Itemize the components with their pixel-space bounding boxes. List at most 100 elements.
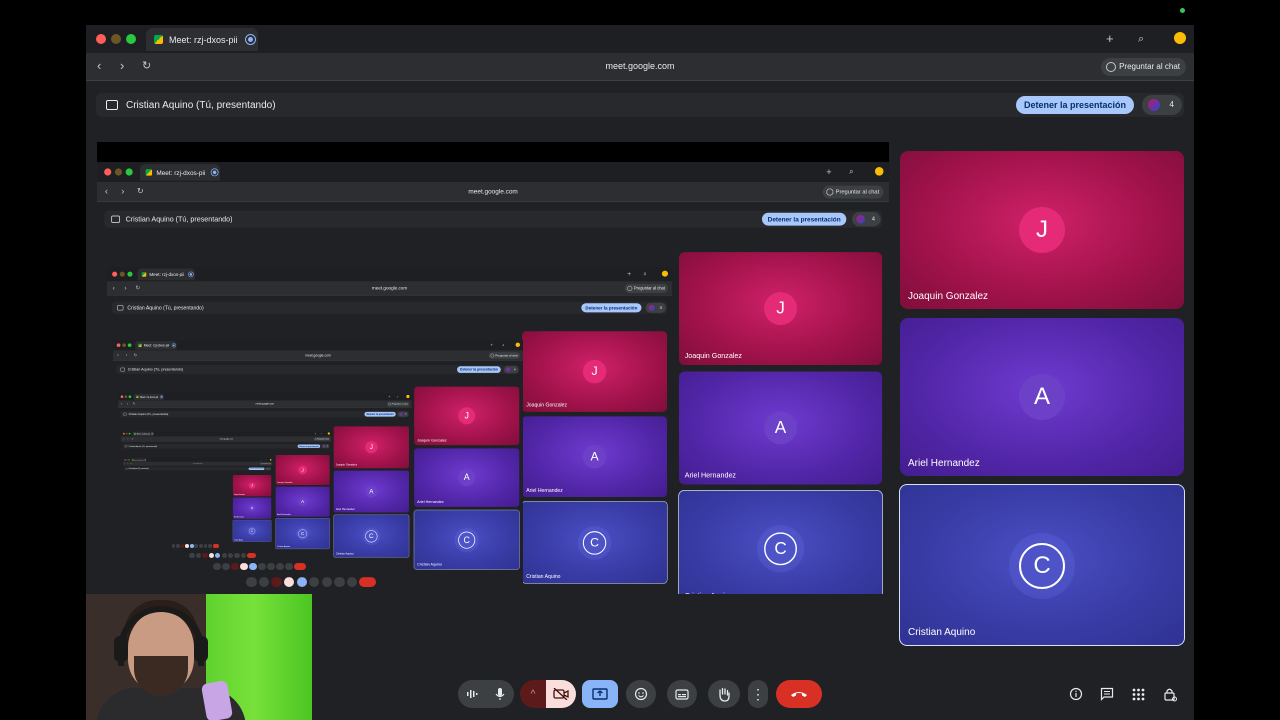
participants-button[interactable]: 4 bbox=[1142, 95, 1182, 115]
participant-tile-ariel: A Ariel Hernandez bbox=[275, 486, 330, 517]
participants-avatars-icon bbox=[322, 445, 326, 448]
avatar: C bbox=[582, 531, 607, 555]
raise-hand-icon[interactable] bbox=[708, 680, 740, 708]
participants-avatars-icon bbox=[399, 412, 403, 416]
participant-name: Joaquin Gonzalez bbox=[335, 463, 358, 467]
close-window-button bbox=[116, 343, 121, 348]
avatar: C bbox=[248, 527, 256, 535]
present-icon[interactable] bbox=[582, 680, 618, 708]
tab-title: Meet: rzj-dxos-pii bbox=[169, 34, 238, 45]
ask-chat-button[interactable]: Preguntar al chat bbox=[1101, 58, 1186, 76]
participant-name: Ariel Hernandez bbox=[417, 500, 444, 505]
participant-name: Joaquin Gonzalez bbox=[684, 352, 742, 361]
participant-name: Joaquin Gonzalez bbox=[908, 291, 989, 302]
present-screen-icon bbox=[124, 445, 128, 448]
mirror-control-6 bbox=[258, 562, 266, 570]
mirror-control-bar-5 bbox=[189, 552, 261, 558]
presenting-text: Cristian Aquino (Tú, presentando) bbox=[126, 99, 276, 111]
mirror-control-3 bbox=[231, 562, 239, 570]
ask-chat-label: Preguntar al chat bbox=[391, 402, 408, 406]
gemini-icon bbox=[1106, 62, 1117, 72]
tab-meet: Meet: rzj-dxos-pii bbox=[135, 341, 177, 350]
participants-button: 4 bbox=[852, 212, 881, 227]
participant-tile-ariel[interactable]: A Ariel Hernandez bbox=[900, 318, 1184, 476]
presenting-text: Cristian Aquino (Tú, presentando) bbox=[128, 468, 149, 470]
close-window-button[interactable] bbox=[96, 34, 106, 44]
avatar: A bbox=[298, 497, 308, 507]
present-screen-icon bbox=[123, 412, 127, 416]
maximize-window-button bbox=[128, 395, 132, 399]
mirror-control-4 bbox=[208, 552, 215, 558]
participant-name: Ariel Hernandez bbox=[526, 487, 563, 494]
search-tabs-icon: ⌕ bbox=[320, 432, 323, 435]
address-bar: meet.google.com bbox=[255, 402, 274, 406]
participant-name: Ariel Hernandez bbox=[684, 471, 737, 480]
mirror-control-1 bbox=[213, 562, 221, 570]
participant-tile-joaquin[interactable]: J Joaquin Gonzalez bbox=[900, 151, 1184, 309]
minimize-window-button bbox=[125, 432, 128, 435]
emoji-icon[interactable] bbox=[626, 680, 656, 708]
stop-presenting-button[interactable]: Detener la presentación bbox=[1016, 96, 1135, 114]
address-bar[interactable]: meet.google.com bbox=[86, 61, 1194, 71]
more-icon[interactable]: ⋮ bbox=[748, 680, 768, 708]
mirror-control-7 bbox=[267, 562, 275, 570]
gemini-icon bbox=[388, 402, 391, 406]
camera-off-icon[interactable] bbox=[546, 680, 576, 708]
maximize-window-button[interactable] bbox=[126, 34, 136, 44]
tab-bar: Meet: rzj-dxos-pii + ⌕ bbox=[107, 267, 673, 282]
tab-title: Meet: rzj-dxos-pii bbox=[156, 168, 206, 176]
profile-avatar bbox=[327, 432, 330, 435]
presenting-text: Cristian Aquino (Tú, presentando) bbox=[127, 304, 204, 311]
gemini-icon bbox=[314, 438, 317, 440]
hangup-icon[interactable] bbox=[776, 680, 822, 708]
participant-count: 4 bbox=[405, 412, 407, 416]
mirror-control-6 bbox=[194, 544, 199, 549]
mic-icon[interactable] bbox=[486, 680, 514, 708]
activities-icon[interactable] bbox=[1130, 686, 1146, 702]
maximize-window-button bbox=[125, 168, 133, 176]
participants-avatars-icon bbox=[505, 367, 511, 372]
participant-name: Cristian Aquino bbox=[277, 545, 290, 548]
participants-avatars-icon bbox=[1148, 99, 1160, 111]
mirror-control-6 bbox=[221, 552, 227, 558]
avatar: A bbox=[365, 485, 378, 498]
avatar: J bbox=[764, 292, 797, 326]
new-tab-icon: + bbox=[388, 394, 391, 399]
cc-icon[interactable] bbox=[667, 680, 697, 708]
info-icon[interactable] bbox=[1068, 686, 1084, 702]
participant-tile-joaquin: J Joaquin Gonzalez bbox=[522, 331, 667, 412]
mirror-control-5 bbox=[296, 576, 307, 588]
meet-icon bbox=[136, 395, 139, 399]
tab-meet[interactable]: Meet: rzj-dxos-pii bbox=[146, 28, 258, 51]
stop-presenting-button: Detener la presentación bbox=[761, 212, 847, 226]
participant-name: Joaquin Gonzalez bbox=[526, 402, 568, 409]
mirror-control-8 bbox=[234, 552, 240, 558]
mirror-control-3 bbox=[180, 544, 185, 549]
mirror-control-9 bbox=[346, 576, 358, 588]
tab-meet: Meet: rzj-dxos-pii bbox=[137, 268, 195, 281]
mirror-control-7 bbox=[228, 552, 234, 558]
avatar: J bbox=[248, 482, 256, 489]
captions-icon[interactable] bbox=[458, 680, 486, 708]
host-controls-icon[interactable] bbox=[1162, 686, 1178, 702]
participant-name: Cristian Aquino bbox=[233, 539, 244, 541]
participant-tile-cristian[interactable]: C Cristian Aquino bbox=[899, 484, 1185, 646]
participants-avatars-icon bbox=[266, 467, 268, 470]
participant-name: Cristian Aquino bbox=[526, 574, 561, 580]
search-tabs-icon[interactable]: ⌕ bbox=[1138, 30, 1144, 48]
avatar: J bbox=[298, 465, 308, 475]
gemini-icon bbox=[627, 285, 633, 291]
mirror-control-4 bbox=[185, 544, 190, 549]
chevron-up-icon[interactable]: ^ bbox=[520, 680, 546, 708]
minimize-window-button[interactable] bbox=[111, 34, 121, 44]
headphone-left bbox=[114, 636, 128, 662]
chat-icon[interactable] bbox=[1099, 686, 1115, 702]
ask-chat-label: Preguntar al chat bbox=[835, 188, 880, 195]
gemini-icon bbox=[260, 462, 263, 465]
new-tab-icon[interactable]: + bbox=[1106, 30, 1114, 48]
participant-name: Ariel Hernandez bbox=[335, 507, 355, 511]
maximize-window-button bbox=[127, 271, 133, 277]
meet-icon bbox=[138, 343, 142, 348]
profile-avatar[interactable] bbox=[1174, 32, 1186, 44]
participant-tile-ariel: A Ariel Hernandez bbox=[414, 448, 520, 507]
